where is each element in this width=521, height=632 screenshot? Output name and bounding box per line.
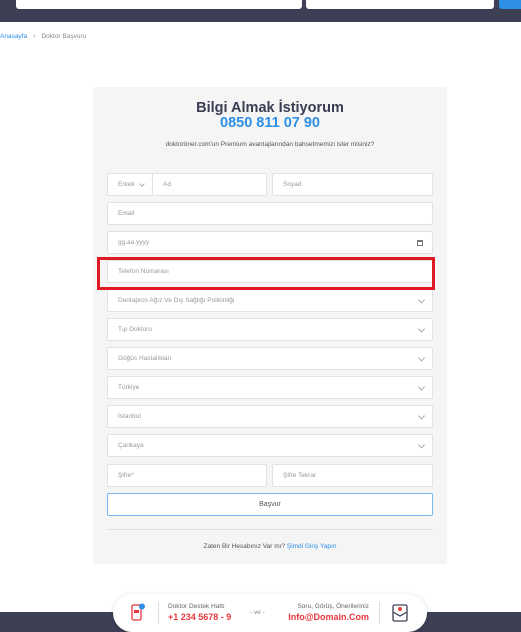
- breadcrumb-separator-icon: ›: [33, 32, 36, 40]
- support-line-label: Doktor Destek Hattı: [168, 603, 225, 610]
- password-field[interactable]: Şifre*: [107, 464, 267, 487]
- breadcrumb-home-link[interactable]: Anasayfa: [0, 33, 27, 40]
- city-select[interactable]: İstanbul: [107, 405, 433, 428]
- footer-separator: [158, 602, 159, 624]
- birthdate-placeholder: gg.aa.yyyy: [118, 239, 150, 246]
- doctor-type-value: Tıp Doktoru: [118, 326, 152, 333]
- district-value: Çankaya: [118, 442, 144, 449]
- chevron-down-icon: [417, 440, 426, 449]
- form-title: Bilgi Almak İstiyorum: [196, 100, 344, 116]
- login-prompt: Zaten Bir Hesabınız Var mı? Şimdi Giriş …: [93, 543, 447, 550]
- mail-feedback-icon: [392, 604, 408, 622]
- chevron-down-icon: [138, 180, 145, 187]
- calendar-icon[interactable]: [417, 239, 423, 246]
- last-name-placeholder: Soyad: [283, 181, 302, 188]
- form-phone-number[interactable]: 0850 811 07 90: [93, 115, 447, 131]
- login-prompt-text: Zaten Bir Hesabınız Var mı?: [203, 543, 286, 550]
- email-field[interactable]: Email: [107, 202, 433, 225]
- specialty-value: Göğüs Hastalıkları: [118, 355, 172, 362]
- chevron-down-icon: [417, 382, 426, 391]
- phone-support-icon: [131, 603, 145, 621]
- divider: [107, 529, 433, 530]
- clinic-select-value: Dentapros Ağız Ve Dış Sağlığı Polikinliğ…: [118, 297, 235, 304]
- birthdate-field[interactable]: gg.aa.yyyy: [107, 231, 433, 254]
- gender-select-value: Erkek: [118, 181, 135, 188]
- name-row-left: Erkek Ad: [107, 173, 267, 196]
- footer-contact-pill: Doktor Destek Hattı +1 234 5678 - 9 - ve…: [113, 594, 427, 632]
- country-value: Türkiye: [118, 384, 140, 391]
- email-placeholder: Email: [118, 210, 135, 217]
- breadcrumb: Anasayfa › Doktor Başvuru: [0, 31, 86, 41]
- login-link[interactable]: Şimdi Giriş Yapın: [287, 543, 337, 550]
- breadcrumb-current: Doktor Başvuru: [41, 32, 87, 40]
- password-placeholder: Şifre*: [118, 472, 134, 479]
- chevron-down-icon: [417, 353, 426, 362]
- doctor-type-select[interactable]: Tıp Doktoru: [107, 318, 433, 341]
- footer-and-text: - ve -: [250, 609, 265, 616]
- chevron-down-icon: [417, 324, 426, 333]
- phone-placeholder: Telefon Numarası: [118, 268, 169, 275]
- password-repeat-placeholder: Şifre Tekrar: [283, 472, 317, 479]
- last-name-field[interactable]: Soyad: [272, 173, 433, 196]
- header-search-input[interactable]: [16, 0, 302, 9]
- phone-field[interactable]: Telefon Numarası: [107, 260, 433, 283]
- gender-select[interactable]: Erkek: [108, 174, 153, 195]
- chevron-down-icon: [417, 295, 426, 304]
- clinic-select[interactable]: Dentapros Ağız Ve Dış Sağlığı Polikinliğ…: [107, 289, 433, 312]
- specialty-select[interactable]: Göğüs Hastalıkları: [107, 347, 433, 370]
- support-line-number[interactable]: +1 234 5678 - 9: [168, 612, 231, 622]
- country-select[interactable]: Türkiye: [107, 376, 433, 399]
- feedback-email[interactable]: Info@Domain.Com: [279, 612, 369, 622]
- chevron-down-icon: [417, 411, 426, 420]
- footer-separator: [379, 602, 380, 624]
- top-header-bar: [0, 0, 521, 22]
- header-search-button[interactable]: [499, 0, 521, 9]
- district-select[interactable]: Çankaya: [107, 434, 433, 457]
- city-value: İstanbul: [118, 413, 141, 420]
- first-name-field[interactable]: Ad: [163, 181, 171, 188]
- submit-button[interactable]: Başvur: [107, 493, 433, 516]
- header-location-input[interactable]: [306, 0, 494, 9]
- feedback-label: Soru, Görüş, Önerileriniz: [297, 603, 369, 610]
- form-description: doktoröner.com'un Premium avantajlarında…: [165, 141, 375, 148]
- password-repeat-field[interactable]: Şifre Tekrar: [272, 464, 433, 487]
